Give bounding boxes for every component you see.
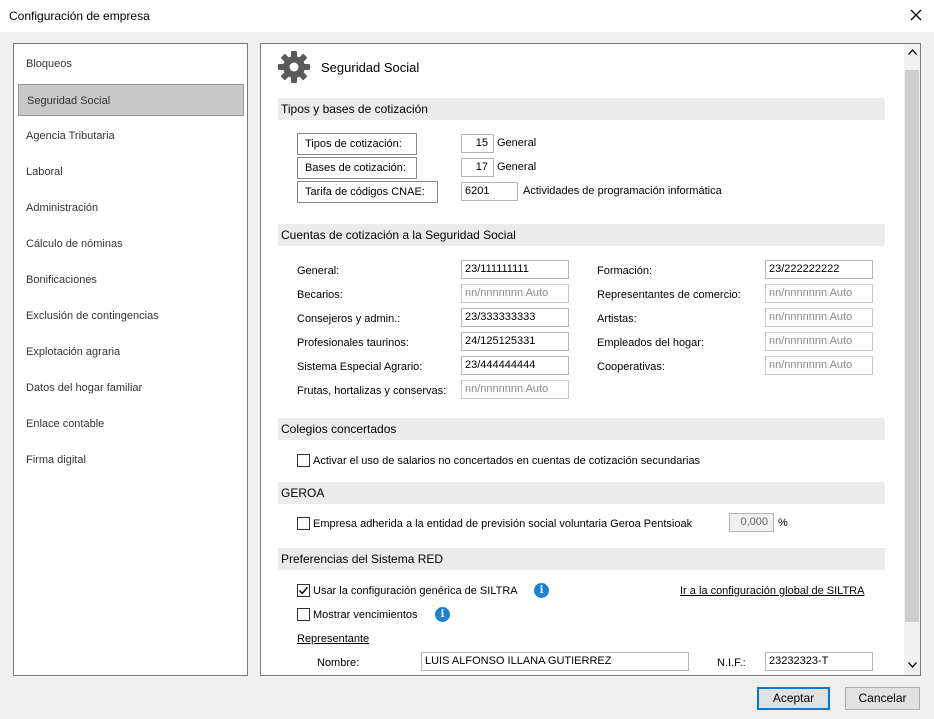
geroa-checkbox[interactable] <box>297 517 310 530</box>
bases-cotizacion-desc: General <box>497 161 537 173</box>
cuenta-consejeros-field[interactable]: 23/333333333 <box>461 308 569 327</box>
cnae-desc: Actividades de programación informática <box>523 185 722 197</box>
sidebar-item-explotacion-agraria[interactable]: Explotación agraria <box>18 336 244 368</box>
cnae-field[interactable]: 6201 <box>461 182 518 201</box>
cuenta-hogar-label: Empleados del hogar: <box>597 337 705 349</box>
sidebar-item-bonificaciones[interactable]: Bonificaciones <box>18 264 244 296</box>
chevron-up-icon <box>907 49 917 55</box>
sidebar-item-calculo-nominas[interactable]: Cálculo de nóminas <box>18 228 244 260</box>
gear-icon <box>277 50 311 87</box>
sidebar-item-hogar-familiar[interactable]: Datos del hogar familiar <box>18 372 244 404</box>
siltra-checkbox-label: Usar la configuración genérica de SILTRA <box>313 585 518 597</box>
section-tipos-bases: Tipos y bases de cotización <box>278 98 885 120</box>
bases-cotizacion-field[interactable]: 17 <box>461 158 494 177</box>
cuenta-hogar-field[interactable]: nn/nnnnnnn Auto <box>765 332 873 351</box>
vencimientos-checkbox[interactable] <box>297 608 310 621</box>
cuenta-formacion-label: Formación: <box>597 265 653 277</box>
cuenta-becarios-label: Becarios: <box>297 289 343 301</box>
sidebar: Bloqueos Seguridad Social Agencia Tribut… <box>13 43 248 676</box>
cuenta-representantes-label: Representantes de comercio: <box>597 289 741 301</box>
siltra-info-icon[interactable]: i <box>534 583 549 598</box>
cuenta-representantes-field[interactable]: nn/nnnnnnn Auto <box>765 284 873 303</box>
cnae-button[interactable]: Tarifa de códigos CNAE: <box>297 181 438 203</box>
bases-cotizacion-button[interactable]: Bases de cotización: <box>297 157 417 179</box>
accept-button[interactable]: Aceptar <box>757 687 830 710</box>
sidebar-item-enlace-contable[interactable]: Enlace contable <box>18 408 244 440</box>
cuenta-becarios-field[interactable]: nn/nnnnnnn Auto <box>461 284 569 303</box>
cuenta-artistas-field[interactable]: nn/nnnnnnn Auto <box>765 308 873 327</box>
sidebar-item-administracion[interactable]: Administración <box>18 192 244 224</box>
colegios-checkbox-label: Activar el uso de salarios no concertado… <box>313 455 701 467</box>
cuenta-formacion-field[interactable]: 23/222222222 <box>765 260 873 279</box>
nombre-label: Nombre: <box>317 657 360 669</box>
vencimientos-checkbox-label: Mostrar vencimientos <box>313 609 418 621</box>
sidebar-item-seguridad-social[interactable]: Seguridad Social <box>18 84 244 116</box>
section-sistema-red: Preferencias del Sistema RED <box>278 548 885 570</box>
geroa-checkbox-label: Empresa adherida a la entidad de previsi… <box>313 518 693 530</box>
siltra-checkbox[interactable] <box>297 584 310 597</box>
cuenta-frutas-label: Frutas, hortalizas y conservas: <box>297 385 447 397</box>
window-title: Configuración de empresa <box>9 9 150 23</box>
cuenta-general-label: General: <box>297 265 340 277</box>
geroa-percent-sign: % <box>778 517 788 529</box>
vencimientos-info-icon[interactable]: i <box>435 607 450 622</box>
cuenta-frutas-field[interactable]: nn/nnnnnnn Auto <box>461 380 569 399</box>
siltra-global-config-link[interactable]: Ir a la configuración global de SILTRA <box>680 585 864 597</box>
cuenta-artistas-label: Artistas: <box>597 313 637 325</box>
close-icon <box>910 9 922 21</box>
cuenta-agrario-field[interactable]: 23/444444444 <box>461 356 569 375</box>
cuenta-cooperativas-field[interactable]: nn/nnnnnnn Auto <box>765 356 873 375</box>
sidebar-item-laboral[interactable]: Laboral <box>18 156 244 188</box>
section-colegios: Colegios concertados <box>278 418 885 440</box>
nif-field[interactable]: 23232323-T <box>765 652 873 671</box>
scroll-up-button[interactable] <box>904 45 920 59</box>
cuenta-agrario-label: Sistema Especial Agrario: <box>297 361 423 373</box>
scroll-down-button[interactable] <box>904 658 920 672</box>
chevron-down-icon <box>907 662 917 668</box>
sidebar-item-bloqueos[interactable]: Bloqueos <box>18 48 244 80</box>
section-cuentas: Cuentas de cotización a la Seguridad Soc… <box>278 224 885 246</box>
cuenta-consejeros-label: Consejeros y admin.: <box>297 313 401 325</box>
tipos-cotizacion-desc: General <box>497 137 537 149</box>
cancel-button[interactable]: Cancelar <box>845 687 920 710</box>
nif-label: N.I.F.: <box>717 657 746 669</box>
geroa-percent-field[interactable]: 0,000 <box>729 513 774 532</box>
panel-title: Seguridad Social <box>321 60 420 75</box>
colegios-checkbox[interactable] <box>297 454 310 467</box>
representante-heading: Representante <box>297 633 370 645</box>
nombre-field[interactable]: LUIS ALFONSO ILLANA GUTIERREZ <box>421 652 689 671</box>
checkmark-icon <box>299 586 309 595</box>
cuenta-taurinos-field[interactable]: 24/125125331 <box>461 332 569 351</box>
tipos-cotizacion-field[interactable]: 15 <box>461 134 494 153</box>
cuenta-taurinos-label: Profesionales taurinos: <box>297 337 409 349</box>
tipos-cotizacion-button[interactable]: Tipos de cotización: <box>297 133 417 155</box>
cuenta-general-field[interactable]: 23/111111111 <box>461 260 569 279</box>
scroll-thumb[interactable] <box>905 70 919 622</box>
sidebar-item-firma-digital[interactable]: Firma digital <box>18 444 244 476</box>
section-geroa: GEROA <box>278 482 885 504</box>
close-button[interactable] <box>902 4 930 28</box>
sidebar-item-exclusion-contingencias[interactable]: Exclusión de contingencias <box>18 300 244 332</box>
sidebar-item-agencia-tributaria[interactable]: Agencia Tributaria <box>18 120 244 152</box>
cuenta-cooperativas-label: Cooperativas: <box>597 361 665 373</box>
